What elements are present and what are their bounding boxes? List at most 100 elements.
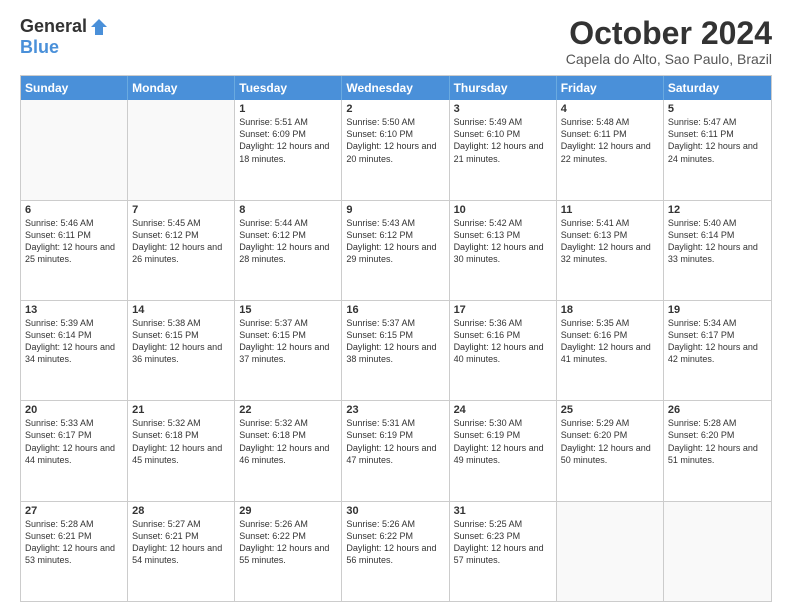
cell-info: Sunrise: 5:51 AMSunset: 6:09 PMDaylight:… [239, 117, 329, 163]
cell-info: Sunrise: 5:40 AMSunset: 6:14 PMDaylight:… [668, 218, 758, 264]
calendar-cell [128, 100, 235, 199]
cell-info: Sunrise: 5:37 AMSunset: 6:15 PMDaylight:… [346, 318, 436, 364]
day-number: 26 [668, 404, 767, 416]
header-day-sunday: Sunday [21, 76, 128, 100]
calendar-cell: 27 Sunrise: 5:28 AMSunset: 6:21 PMDayligh… [21, 502, 128, 601]
cell-info: Sunrise: 5:39 AMSunset: 6:14 PMDaylight:… [25, 318, 115, 364]
cell-info: Sunrise: 5:36 AMSunset: 6:16 PMDaylight:… [454, 318, 544, 364]
day-number: 27 [25, 505, 123, 517]
calendar-cell: 4Sunrise: 5:48 AMSunset: 6:11 PMDaylight… [557, 100, 664, 199]
header-day-monday: Monday [128, 76, 235, 100]
header-day-saturday: Saturday [664, 76, 771, 100]
day-number: 21 [132, 404, 230, 416]
calendar-cell: 12 Sunrise: 5:40 AMSunset: 6:14 PMDayligh… [664, 201, 771, 300]
calendar-cell: 25 Sunrise: 5:29 AMSunset: 6:20 PMDayligh… [557, 401, 664, 500]
month-title: October 2024 [566, 16, 772, 51]
calendar-cell: 31 Sunrise: 5:25 AMSunset: 6:23 PMDayligh… [450, 502, 557, 601]
header: General Blue October 2024 Capela do Alto… [20, 16, 772, 67]
day-number: 2 [346, 103, 444, 115]
day-number: 9 [346, 204, 444, 216]
calendar-row-4: 27 Sunrise: 5:28 AMSunset: 6:21 PMDayligh… [21, 502, 771, 601]
day-number: 5 [668, 103, 767, 115]
day-number: 10 [454, 204, 552, 216]
cell-info: Sunrise: 5:37 AMSunset: 6:15 PMDaylight:… [239, 318, 329, 364]
cell-info: Sunrise: 5:32 AMSunset: 6:18 PMDaylight:… [132, 418, 222, 464]
calendar-cell: 22Sunrise: 5:32 AMSunset: 6:18 PMDayligh… [235, 401, 342, 500]
day-number: 7 [132, 204, 230, 216]
calendar-cell: 2 Sunrise: 5:50 AMSunset: 6:10 PMDaylight… [342, 100, 449, 199]
calendar-cell: 9Sunrise: 5:43 AMSunset: 6:12 PMDaylight… [342, 201, 449, 300]
cell-info: Sunrise: 5:48 AMSunset: 6:11 PMDaylight:… [561, 117, 651, 163]
logo-blue-text: Blue [20, 37, 59, 58]
cell-info: Sunrise: 5:38 AMSunset: 6:15 PMDaylight:… [132, 318, 222, 364]
cell-info: Sunrise: 5:35 AMSunset: 6:16 PMDaylight:… [561, 318, 651, 364]
day-number: 11 [561, 204, 659, 216]
calendar-cell [21, 100, 128, 199]
title-section: October 2024 Capela do Alto, Sao Paulo, … [566, 16, 772, 67]
calendar-cell: 13 Sunrise: 5:39 AMSunset: 6:14 PMDayligh… [21, 301, 128, 400]
day-number: 13 [25, 304, 123, 316]
logo-general-text: General [20, 16, 87, 37]
cell-info: Sunrise: 5:28 AMSunset: 6:21 PMDaylight:… [25, 519, 115, 565]
cell-info: Sunrise: 5:50 AMSunset: 6:10 PMDaylight:… [346, 117, 436, 163]
day-number: 23 [346, 404, 444, 416]
calendar-cell: 6 Sunrise: 5:46 AMSunset: 6:11 PMDaylight… [21, 201, 128, 300]
day-number: 8 [239, 204, 337, 216]
header-day-tuesday: Tuesday [235, 76, 342, 100]
calendar-cell: 11 Sunrise: 5:41 AMSunset: 6:13 PMDayligh… [557, 201, 664, 300]
day-number: 24 [454, 404, 552, 416]
page: General Blue October 2024 Capela do Alto… [0, 0, 792, 612]
calendar-cell: 14 Sunrise: 5:38 AMSunset: 6:15 PMDayligh… [128, 301, 235, 400]
day-number: 6 [25, 204, 123, 216]
calendar-row-1: 6 Sunrise: 5:46 AMSunset: 6:11 PMDaylight… [21, 201, 771, 301]
calendar-cell: 16 Sunrise: 5:37 AMSunset: 6:15 PMDayligh… [342, 301, 449, 400]
calendar-cell: 26 Sunrise: 5:28 AMSunset: 6:20 PMDayligh… [664, 401, 771, 500]
cell-info: Sunrise: 5:44 AMSunset: 6:12 PMDaylight:… [239, 218, 329, 264]
cell-info: Sunrise: 5:25 AMSunset: 6:23 PMDaylight:… [454, 519, 544, 565]
calendar-cell: 29Sunrise: 5:26 AMSunset: 6:22 PMDayligh… [235, 502, 342, 601]
calendar-row-2: 13 Sunrise: 5:39 AMSunset: 6:14 PMDayligh… [21, 301, 771, 401]
cell-info: Sunrise: 5:41 AMSunset: 6:13 PMDaylight:… [561, 218, 651, 264]
day-number: 22 [239, 404, 337, 416]
location: Capela do Alto, Sao Paulo, Brazil [566, 51, 772, 67]
calendar-cell: 23 Sunrise: 5:31 AMSunset: 6:19 PMDayligh… [342, 401, 449, 500]
logo-icon [89, 17, 109, 37]
calendar-cell: 5 Sunrise: 5:47 AMSunset: 6:11 PMDaylight… [664, 100, 771, 199]
day-number: 17 [454, 304, 552, 316]
calendar-cell: 3 Sunrise: 5:49 AMSunset: 6:10 PMDaylight… [450, 100, 557, 199]
cell-info: Sunrise: 5:31 AMSunset: 6:19 PMDaylight:… [346, 418, 436, 464]
calendar-cell [664, 502, 771, 601]
calendar-cell: 18 Sunrise: 5:35 AMSunset: 6:16 PMDayligh… [557, 301, 664, 400]
cell-info: Sunrise: 5:29 AMSunset: 6:20 PMDaylight:… [561, 418, 651, 464]
calendar-row-0: 1 Sunrise: 5:51 AMSunset: 6:09 PMDaylight… [21, 100, 771, 200]
day-number: 1 [239, 103, 337, 115]
day-number: 19 [668, 304, 767, 316]
calendar-cell [557, 502, 664, 601]
cell-info: Sunrise: 5:42 AMSunset: 6:13 PMDaylight:… [454, 218, 544, 264]
calendar-cell: 24Sunrise: 5:30 AMSunset: 6:19 PMDayligh… [450, 401, 557, 500]
calendar-body: 1 Sunrise: 5:51 AMSunset: 6:09 PMDaylight… [21, 100, 771, 601]
cell-info: Sunrise: 5:47 AMSunset: 6:11 PMDaylight:… [668, 117, 758, 163]
cell-info: Sunrise: 5:26 AMSunset: 6:22 PMDaylight:… [239, 519, 329, 565]
calendar-cell: 21 Sunrise: 5:32 AMSunset: 6:18 PMDayligh… [128, 401, 235, 500]
day-number: 18 [561, 304, 659, 316]
day-number: 12 [668, 204, 767, 216]
cell-info: Sunrise: 5:34 AMSunset: 6:17 PMDaylight:… [668, 318, 758, 364]
cell-info: Sunrise: 5:28 AMSunset: 6:20 PMDaylight:… [668, 418, 758, 464]
calendar-cell: 1 Sunrise: 5:51 AMSunset: 6:09 PMDaylight… [235, 100, 342, 199]
calendar-cell: 30Sunrise: 5:26 AMSunset: 6:22 PMDayligh… [342, 502, 449, 601]
day-number: 20 [25, 404, 123, 416]
calendar-cell: 7Sunrise: 5:45 AMSunset: 6:12 PMDaylight… [128, 201, 235, 300]
day-number: 3 [454, 103, 552, 115]
calendar-row-3: 20Sunrise: 5:33 AMSunset: 6:17 PMDayligh… [21, 401, 771, 501]
cell-info: Sunrise: 5:27 AMSunset: 6:21 PMDaylight:… [132, 519, 222, 565]
day-number: 25 [561, 404, 659, 416]
day-number: 16 [346, 304, 444, 316]
day-number: 31 [454, 505, 552, 517]
calendar-header: SundayMondayTuesdayWednesdayThursdayFrid… [21, 76, 771, 100]
calendar-cell: 20Sunrise: 5:33 AMSunset: 6:17 PMDayligh… [21, 401, 128, 500]
day-number: 14 [132, 304, 230, 316]
cell-info: Sunrise: 5:49 AMSunset: 6:10 PMDaylight:… [454, 117, 544, 163]
cell-info: Sunrise: 5:46 AMSunset: 6:11 PMDaylight:… [25, 218, 115, 264]
calendar-cell: 19 Sunrise: 5:34 AMSunset: 6:17 PMDayligh… [664, 301, 771, 400]
